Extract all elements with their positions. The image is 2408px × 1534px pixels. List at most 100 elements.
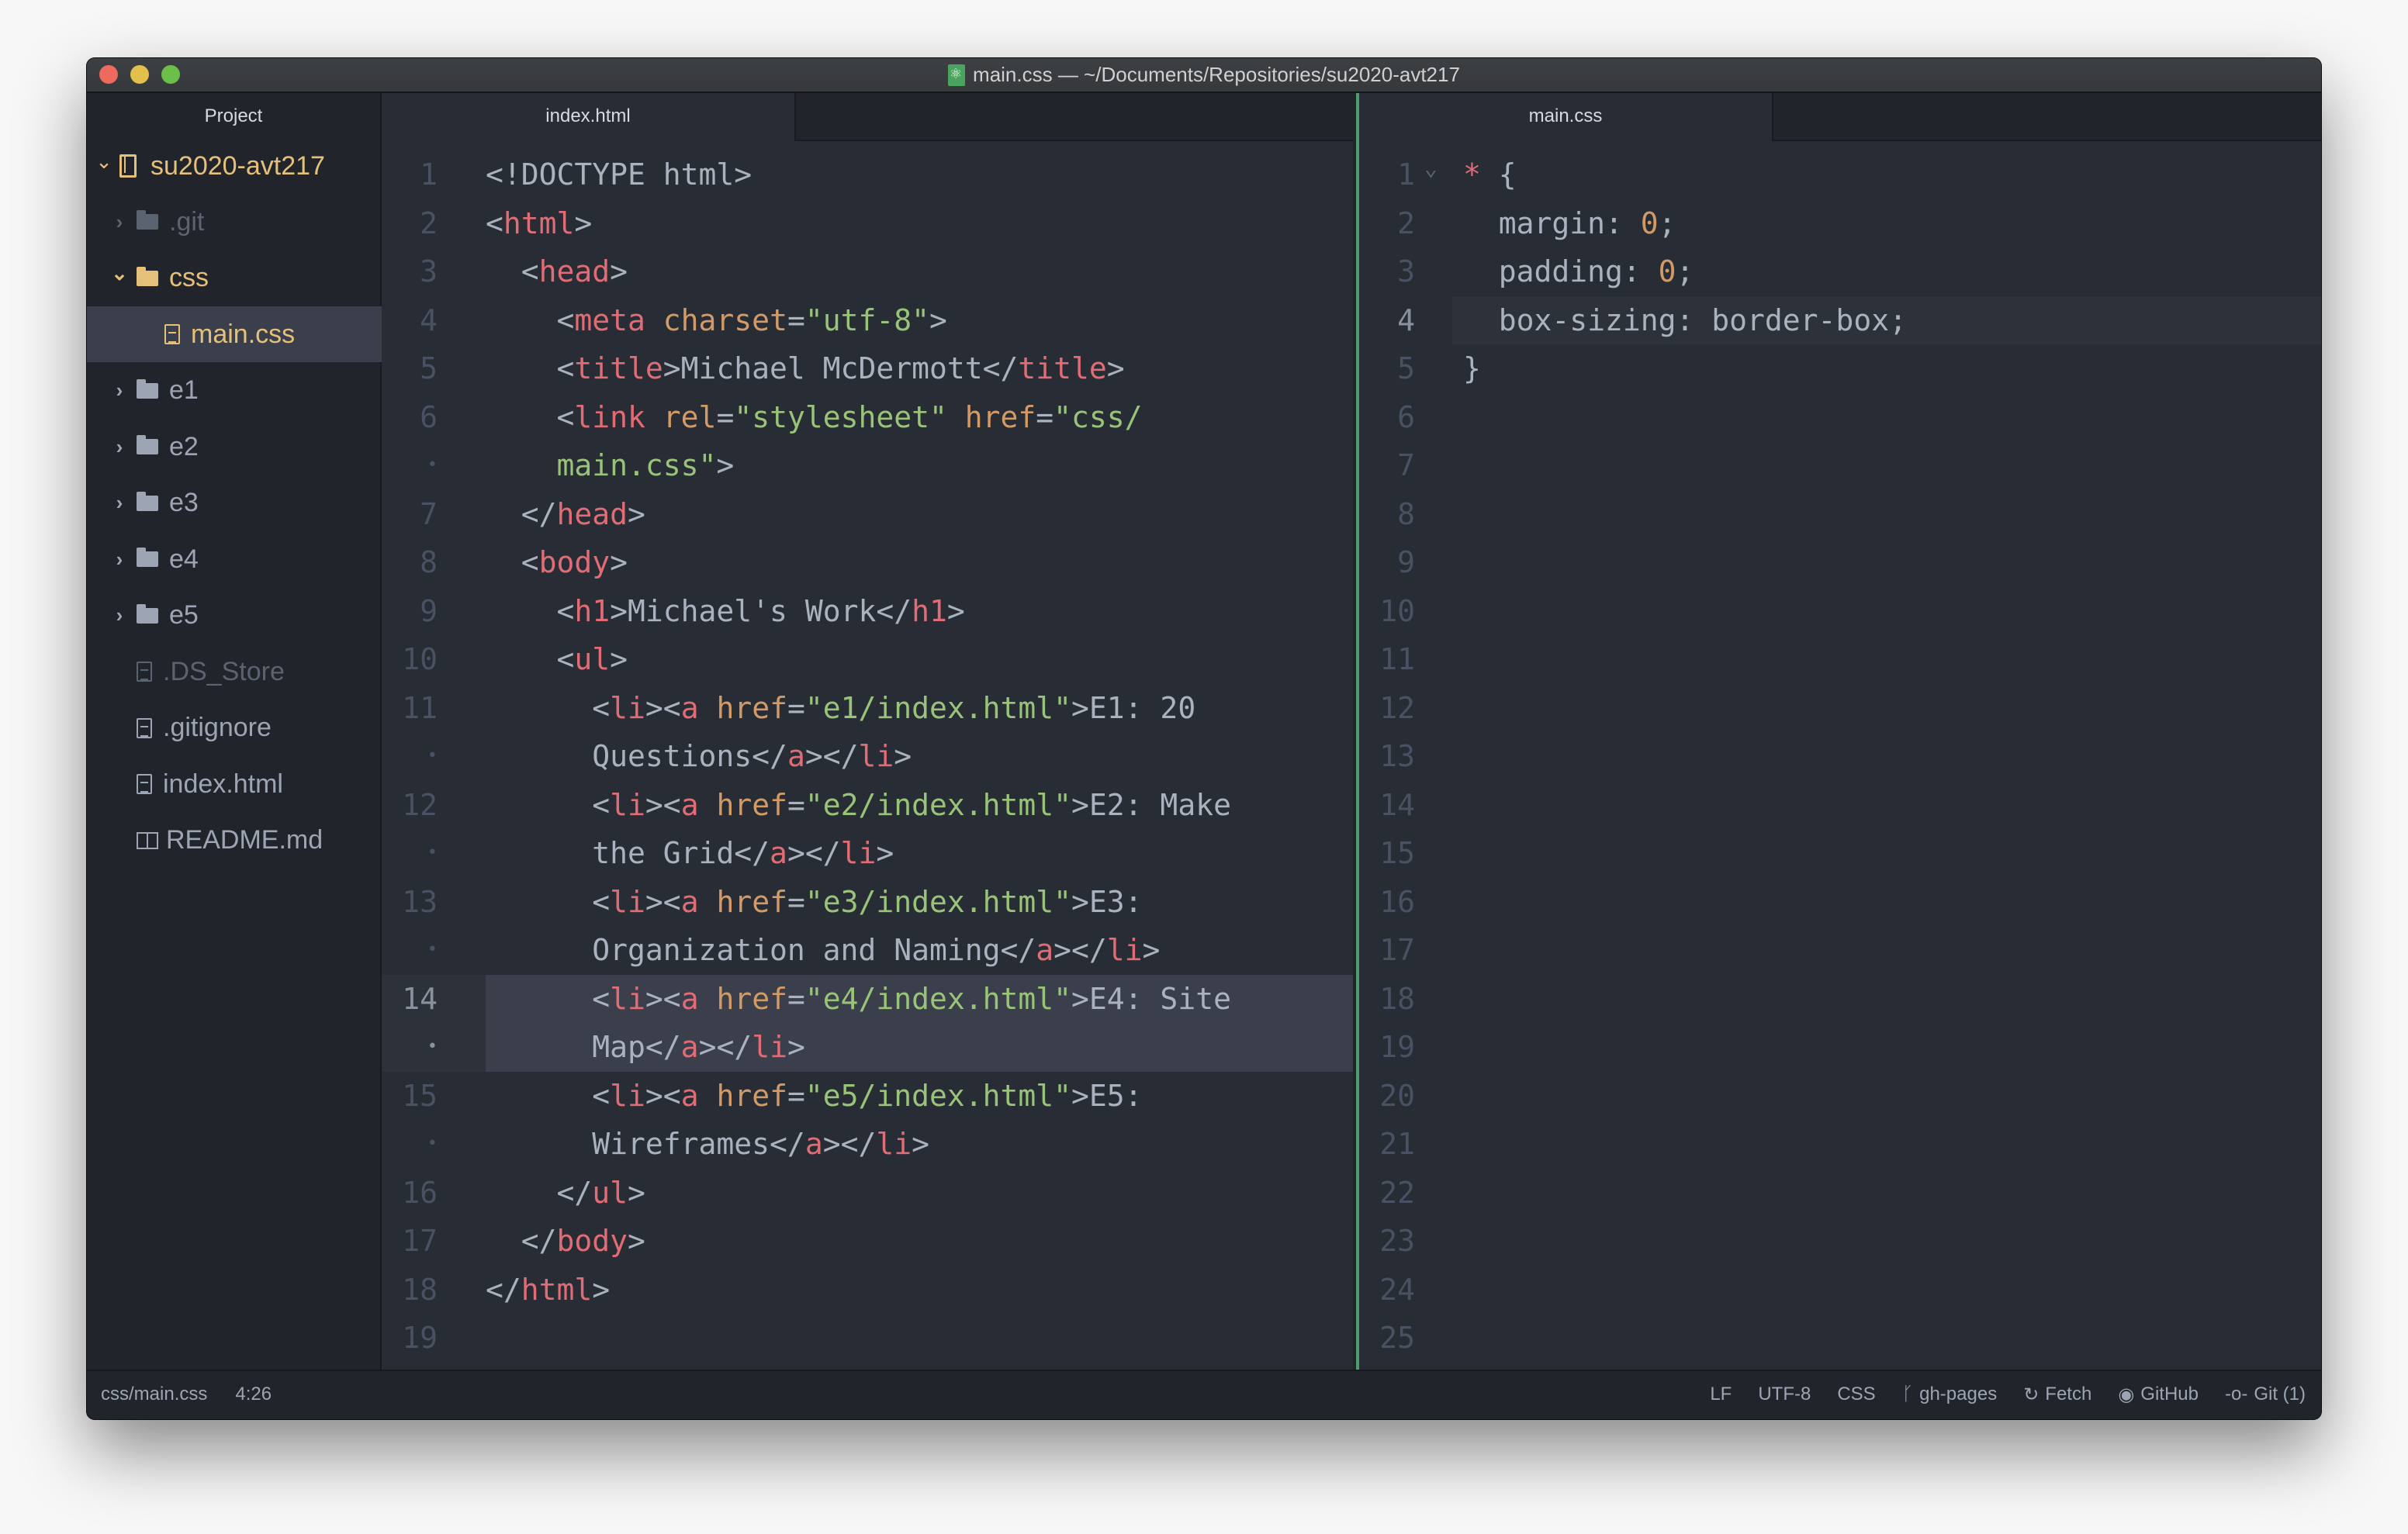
- code-line[interactable]: 19: [1359, 1023, 2321, 1072]
- code-line[interactable]: 7 </head>: [382, 490, 1353, 539]
- code-text: <!DOCTYPE html>: [486, 150, 752, 199]
- code-line[interactable]: 22: [1359, 1169, 2321, 1218]
- status-cursor-position[interactable]: 4:26: [235, 1384, 272, 1405]
- fold-chevron-icon[interactable]: ⌄: [1424, 144, 1438, 193]
- tree-item-git[interactable]: › .git: [87, 194, 403, 250]
- code-line[interactable]: 15: [1359, 829, 2321, 878]
- code-token: box-sizing: border-box;: [1463, 302, 1907, 337]
- code-token: =: [787, 302, 805, 337]
- code-line[interactable]: 1 <!DOCTYPE html>: [382, 150, 1353, 199]
- tree-item-ds-store[interactable]: .DS_Store: [87, 644, 403, 700]
- code-line[interactable]: 4 box-sizing: border-box;: [1359, 296, 2321, 345]
- code-line[interactable]: • Organization and Naming</a></li>: [382, 926, 1353, 975]
- code-line[interactable]: 13: [1359, 732, 2321, 781]
- code-line[interactable]: • Map</a></li>: [382, 1023, 1353, 1072]
- status-github[interactable]: ◉ GitHub: [2118, 1384, 2199, 1406]
- tree-item-e2[interactable]: › e2: [87, 419, 403, 475]
- code-editor-index-html[interactable]: 1 <!DOCTYPE html> 2 <html> 3 <head> 4 <meta c…: [382, 141, 1353, 1371]
- code-line[interactable]: 3 <head>: [382, 247, 1353, 296]
- code-line[interactable]: • Wireframes</a></li>: [382, 1120, 1353, 1169]
- code-line[interactable]: 7: [1359, 441, 2321, 490]
- code-line[interactable]: 17 </body>: [382, 1217, 1353, 1266]
- code-line[interactable]: 10: [1359, 587, 2321, 636]
- code-line[interactable]: 6 <link rel="stylesheet" href="css/: [382, 393, 1353, 442]
- code-line[interactable]: 13 <li><a href="e3/index.html">E3:: [382, 878, 1353, 927]
- code-line[interactable]: • the Grid</a></li>: [382, 829, 1353, 878]
- tag-token: html: [503, 206, 575, 240]
- code-line[interactable]: 23: [1359, 1217, 2321, 1266]
- tree-item-e3[interactable]: › e3: [87, 475, 403, 531]
- code-token: <: [486, 690, 611, 725]
- minimize-button[interactable]: [130, 65, 149, 84]
- status-file-path[interactable]: css/main.css: [101, 1384, 207, 1405]
- code-line[interactable]: 9 <h1>Michael's Work</h1>: [382, 587, 1353, 636]
- line-number: 15: [402, 1078, 438, 1113]
- line-number: 10: [1379, 593, 1415, 628]
- code-line[interactable]: 15 <li><a href="e5/index.html">E5:: [382, 1072, 1353, 1121]
- code-line[interactable]: 9: [1359, 538, 2321, 587]
- code-token: }: [1463, 351, 1481, 385]
- code-line[interactable]: 8: [1359, 490, 2321, 539]
- code-line[interactable]: 19: [382, 1314, 1353, 1363]
- code-line[interactable]: 25: [1359, 1314, 2321, 1363]
- tree-item-css[interactable]: ⌄ css: [87, 250, 403, 306]
- code-line[interactable]: 10 <ul>: [382, 635, 1353, 684]
- code-line[interactable]: 2 margin: 0;: [1359, 199, 2321, 248]
- code-line[interactable]: 3 padding: 0;: [1359, 247, 2321, 296]
- tree-item-e1[interactable]: › e1: [87, 363, 403, 419]
- code-line[interactable]: 14: [1359, 781, 2321, 830]
- tree-item-main-css[interactable]: main.css: [87, 306, 431, 362]
- code-line[interactable]: 14 <li><a href="e4/index.html">E4: Site: [382, 975, 1353, 1024]
- status-git[interactable]: -o- Git (1): [2225, 1384, 2306, 1405]
- code-line[interactable]: 2 <html>: [382, 199, 1353, 248]
- code-line[interactable]: 21: [1359, 1120, 2321, 1169]
- line-number: 3: [1397, 254, 1415, 288]
- code-line[interactable]: 11: [1359, 635, 2321, 684]
- tree-item-readme-md[interactable]: README.md: [87, 813, 403, 869]
- tree-item-label: index.html: [163, 769, 283, 799]
- line-number: 1: [1397, 157, 1415, 192]
- tree-item-e4[interactable]: › e4: [87, 531, 403, 587]
- code-editor-main-css[interactable]: 1 ⌄ * {2 margin: 0; 3 padding: 0; 4 box-sizi…: [1359, 141, 2321, 1371]
- status-fetch[interactable]: ↻ Fetch: [2023, 1384, 2091, 1406]
- project-panel-header[interactable]: Project: [87, 93, 380, 140]
- code-line[interactable]: 18: [1359, 975, 2321, 1024]
- code-line[interactable]: 12 <li><a href="e2/index.html">E2: Make: [382, 781, 1353, 830]
- line-number: 8: [1397, 496, 1415, 531]
- code-line[interactable]: 11 <li><a href="e1/index.html">E1: 20: [382, 684, 1353, 733]
- tab-index-html[interactable]: index.html: [382, 93, 796, 141]
- code-line[interactable]: 12: [1359, 684, 2321, 733]
- code-line[interactable]: 5 <title>Michael McDermott</title>: [382, 344, 1353, 393]
- tree-item-label: .DS_Store: [163, 656, 285, 686]
- code-line[interactable]: 18 </html>: [382, 1266, 1353, 1315]
- code-token: </: [486, 1175, 593, 1210]
- tag-token: li: [610, 1078, 645, 1113]
- code-line[interactable]: • main.css">: [382, 441, 1353, 490]
- status-line-ending[interactable]: LF: [1710, 1384, 1732, 1405]
- code-token: ></: [698, 1030, 752, 1064]
- code-line[interactable]: 6: [1359, 393, 2321, 442]
- tree-item-gitignore[interactable]: .gitignore: [87, 700, 403, 756]
- tree-item-e5[interactable]: › e5: [87, 588, 403, 644]
- code-line[interactable]: 1 ⌄ * {: [1359, 150, 2321, 199]
- tree-item-index-html[interactable]: index.html: [87, 756, 403, 812]
- status-branch[interactable]: ᚴ gh-pages: [1902, 1384, 1997, 1405]
- tag-token: a: [804, 1127, 823, 1161]
- code-line[interactable]: 4 <meta charset="utf-8">: [382, 296, 1353, 345]
- close-button[interactable]: [99, 65, 118, 84]
- code-line[interactable]: 24: [1359, 1266, 2321, 1315]
- code-line[interactable]: 5}: [1359, 344, 2321, 393]
- line-number: 14: [402, 981, 438, 1016]
- tree-item-label: README.md: [166, 825, 323, 855]
- code-line[interactable]: 16: [1359, 878, 2321, 927]
- tab-main-css[interactable]: main.css: [1359, 93, 1773, 141]
- status-grammar[interactable]: CSS: [1837, 1384, 1875, 1405]
- code-line[interactable]: • Questions</a></li>: [382, 732, 1353, 781]
- code-line[interactable]: 17: [1359, 926, 2321, 975]
- code-line[interactable]: 16 </ul>: [382, 1169, 1353, 1218]
- code-line[interactable]: 8 <body>: [382, 538, 1353, 587]
- zoom-button[interactable]: [161, 65, 180, 84]
- status-encoding[interactable]: UTF-8: [1758, 1384, 1811, 1405]
- code-line[interactable]: 20: [1359, 1072, 2321, 1121]
- tree-root[interactable]: ⌄ su2020-avt217: [87, 138, 388, 194]
